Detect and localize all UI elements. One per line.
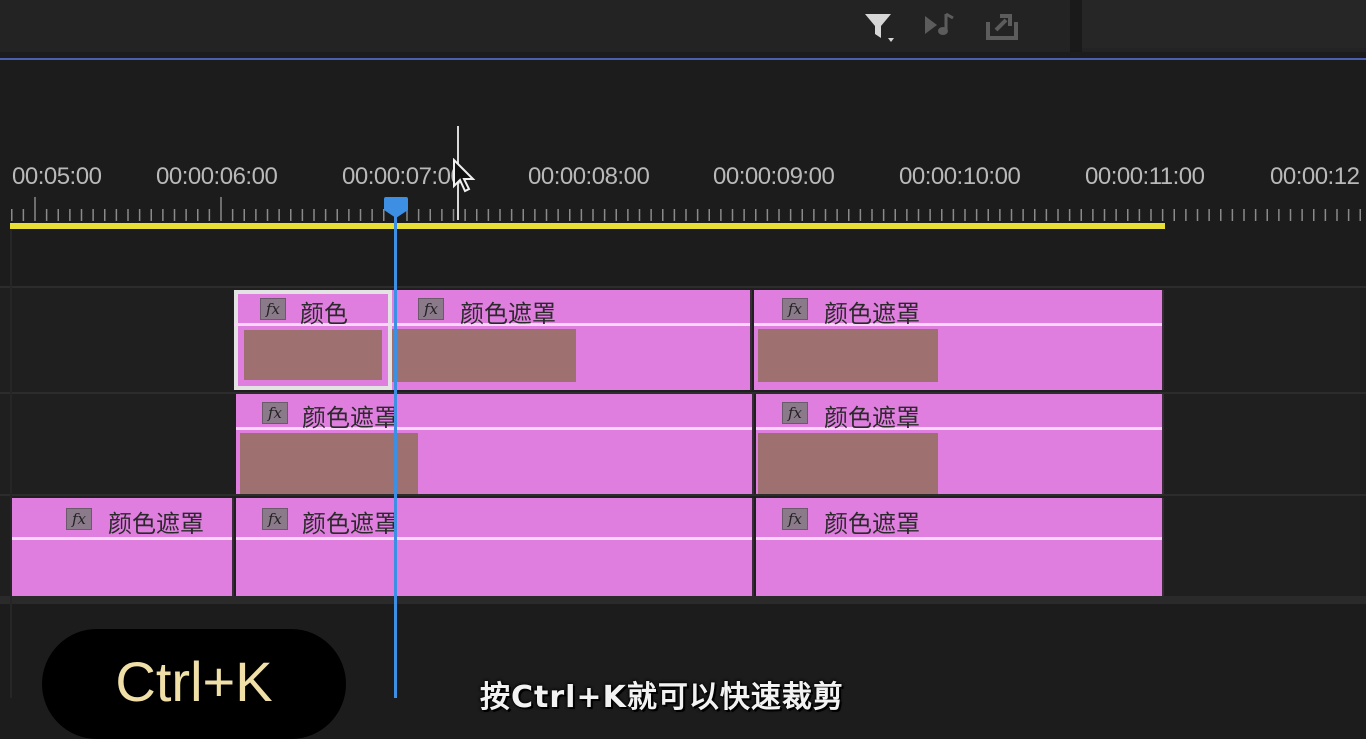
clip-color-matte[interactable]: fx 颜色遮罩 — [756, 498, 1164, 596]
fx-icon: fx — [260, 298, 286, 320]
panel-border — [0, 58, 1366, 60]
ruler-label: 00:00:06:00 — [156, 163, 278, 190]
track-left-edge — [10, 230, 12, 698]
clip-label: 颜色遮罩 — [302, 510, 398, 538]
playhead-handle[interactable] — [383, 196, 409, 218]
clip-color-matte[interactable]: fx 颜色遮罩 — [392, 290, 752, 390]
track-separator — [0, 596, 1366, 604]
clip-color-matte[interactable]: fx 颜色遮罩 — [236, 498, 754, 596]
audio-icon[interactable] — [922, 8, 958, 42]
fx-icon: fx — [782, 508, 808, 530]
fx-icon: fx — [262, 402, 288, 424]
clip-label: 颜色遮罩 — [108, 510, 204, 538]
track-empty — [0, 232, 1366, 286]
clip-label: 颜色遮罩 — [302, 404, 398, 432]
ruler-ticks — [11, 197, 1361, 221]
ruler-label: 00:00:08:00 — [528, 163, 650, 190]
work-area-bar[interactable] — [10, 223, 1165, 229]
right-panel — [1082, 0, 1366, 48]
ruler-label: 00:00:12 — [1270, 163, 1360, 190]
clip-color-matte[interactable]: fx 颜色遮罩 — [754, 290, 1164, 390]
shortcut-label: Ctrl+K — [115, 650, 273, 713]
clip-label: 颜色 — [300, 300, 348, 328]
fx-icon: fx — [262, 508, 288, 530]
filter-icon[interactable] — [862, 8, 898, 42]
clip-color-matte[interactable]: fx 颜色遮罩 — [12, 498, 234, 596]
clip-label: 颜色遮罩 — [824, 510, 920, 538]
clip-color-matte[interactable]: fx 颜色遮罩 — [756, 394, 1164, 494]
export-icon[interactable] — [984, 8, 1020, 42]
fx-icon: fx — [418, 298, 444, 320]
video-subtitle: 按Ctrl+K就可以快速裁剪 — [480, 680, 844, 715]
ruler-label: 00:00:11:00 — [1085, 163, 1205, 190]
clip-label: 颜色遮罩 — [824, 300, 920, 328]
ruler-label: 00:00:10:00 — [899, 163, 1021, 190]
playhead-line[interactable] — [394, 210, 397, 698]
clip-label: 颜色遮罩 — [460, 300, 556, 328]
ruler-label: 00:00:07:00 — [342, 163, 464, 190]
panel-divider — [1070, 0, 1082, 52]
fx-icon: fx — [66, 508, 92, 530]
fx-icon: fx — [782, 298, 808, 320]
fx-icon: fx — [782, 402, 808, 424]
shortcut-overlay: Ctrl+K — [42, 629, 346, 739]
ruler-label: 00:05:00 — [12, 163, 102, 190]
ruler-label: 00:00:09:00 — [713, 163, 835, 190]
top-toolbar — [0, 0, 1366, 52]
clip-color[interactable]: fx 颜色 — [234, 290, 392, 390]
clip-label: 颜色遮罩 — [824, 404, 920, 432]
clip-color-matte[interactable]: fx 颜色遮罩 — [236, 394, 754, 494]
mouse-cursor-icon — [453, 158, 476, 193]
